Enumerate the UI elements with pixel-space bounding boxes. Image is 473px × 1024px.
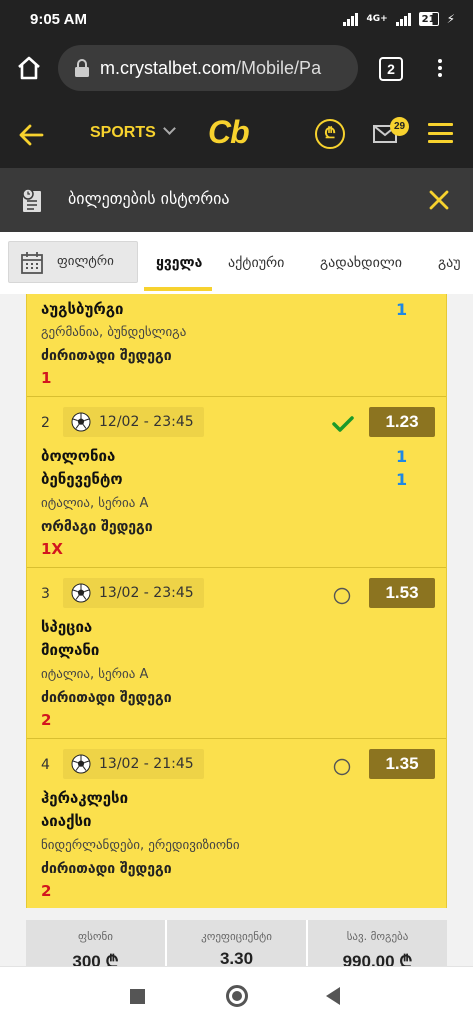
market-name: ძირითადი შედეგი bbox=[41, 348, 172, 364]
league-name: ნიდერლანდები, ერედივიზიონი bbox=[41, 838, 240, 853]
calendar-icon bbox=[21, 252, 43, 274]
pick: 2 bbox=[41, 882, 52, 900]
market-name: ძირითადი შედეგი bbox=[41, 690, 172, 706]
tab-paid[interactable]: გადახდილი bbox=[320, 255, 402, 271]
possible-win-cell: სავ. მოგება 990.00 ₾ bbox=[308, 920, 447, 966]
league-name: იტალია, სერია A bbox=[41, 496, 149, 511]
home-button-icon[interactable] bbox=[226, 985, 248, 1007]
app-header: SPORTS Cb ₾ 29 bbox=[0, 100, 473, 168]
status-bar: 9:05 AM 4G+ 21 ⚡ bbox=[0, 0, 473, 38]
url-path: /Mobile/Pa bbox=[236, 58, 322, 78]
score: 1 bbox=[396, 447, 408, 466]
ticket-area: აუგსბურგი 1 გერმანია, ბუნდესლიგა ძირითად… bbox=[0, 294, 473, 966]
event-row[interactable]: 2 12/02 - 23:45 1.23 ბოლონია 1 ბენევენტო… bbox=[27, 397, 446, 568]
back-arrow-icon[interactable] bbox=[18, 122, 44, 148]
event-row[interactable]: 3 13/02 - 23:45 1.53 სპეცია მილანი იტალი… bbox=[27, 568, 446, 739]
url-bar[interactable]: m.crystalbet.com/Mobile/Pa bbox=[58, 45, 358, 91]
recent-apps-icon[interactable] bbox=[130, 989, 145, 1004]
event-date: 12/02 - 23:45 bbox=[63, 407, 204, 437]
filter-button[interactable]: ფილტრი bbox=[8, 241, 138, 283]
chevron-down-icon bbox=[162, 122, 176, 135]
mail-badge: 29 bbox=[390, 117, 409, 136]
coin-icon[interactable]: ₾ bbox=[315, 119, 345, 149]
url-domain: m.crystalbet.com bbox=[100, 58, 237, 78]
pending-circle-icon bbox=[333, 587, 351, 605]
signal-icon-2 bbox=[395, 12, 411, 26]
score: 1 bbox=[396, 300, 408, 319]
browser-toolbar: m.crystalbet.com/Mobile/Pa 2 bbox=[0, 38, 473, 100]
soccer-ball-icon bbox=[71, 412, 91, 432]
ticket-card: აუგსბურგი 1 გერმანია, ბუნდესლიგა ძირითად… bbox=[26, 294, 447, 908]
market-name: ძირითადი შედეგი bbox=[41, 861, 172, 877]
pending-circle-icon bbox=[333, 758, 351, 776]
stake-cell: ფსონი 300 ₾ bbox=[26, 920, 167, 966]
event-row[interactable]: 4 13/02 - 21:45 1.35 ჰერაკლესი აიაქსი ნი… bbox=[27, 739, 446, 908]
soccer-ball-icon bbox=[71, 754, 91, 774]
soccer-ball-icon bbox=[71, 583, 91, 603]
possible-win-label: სავ. მოგება bbox=[346, 930, 409, 943]
odd-value: 1.23 bbox=[369, 407, 435, 437]
ticket-summary: ფსონი 300 ₾ კოეფიციენტი 3.30 სავ. მოგება… bbox=[26, 920, 447, 966]
sports-label: SPORTS bbox=[90, 124, 156, 141]
team-name: ბენევენტო bbox=[41, 470, 123, 488]
event-number: 3 bbox=[41, 586, 50, 602]
more-options-icon[interactable] bbox=[432, 56, 448, 82]
section-bar: ბილეთების ისტორია bbox=[0, 168, 473, 232]
ticket-history-icon bbox=[22, 188, 41, 212]
check-icon bbox=[332, 416, 354, 432]
hamburger-menu-icon[interactable] bbox=[428, 123, 453, 143]
event-number: 2 bbox=[41, 415, 50, 431]
tabs-button[interactable]: 2 bbox=[379, 57, 403, 81]
network-type: 4G+ bbox=[366, 14, 388, 24]
team-name: აუგსბურგი bbox=[41, 300, 124, 318]
event-datetime: 12/02 - 23:45 bbox=[99, 414, 194, 430]
close-icon[interactable] bbox=[428, 189, 450, 211]
market-name: ორმაგი შედეგი bbox=[41, 519, 153, 535]
event-date: 13/02 - 23:45 bbox=[63, 578, 204, 608]
tab-all[interactable]: ყველა bbox=[156, 255, 202, 271]
league-name: გერმანია, ბუნდესლიგა bbox=[41, 325, 187, 340]
battery-level: 21 bbox=[421, 13, 436, 25]
team-name: მილანი bbox=[41, 641, 100, 659]
coefficient-cell: კოეფიციენტი 3.30 bbox=[167, 920, 308, 966]
odd-value: 1.35 bbox=[369, 749, 435, 779]
score: 1 bbox=[396, 470, 408, 489]
team-name: ჰერაკლესი bbox=[41, 789, 129, 807]
tab-active[interactable]: აქტიური bbox=[228, 255, 284, 271]
tab-lost[interactable]: გაუ bbox=[438, 255, 461, 271]
back-triangle-icon[interactable] bbox=[326, 987, 340, 1005]
crystalbet-logo[interactable]: Cb bbox=[208, 114, 250, 151]
possible-win-value: 990.00 ₾ bbox=[342, 952, 413, 966]
event-row[interactable]: აუგსბურგი 1 გერმანია, ბუნდესლიგა ძირითად… bbox=[27, 294, 446, 397]
page-title: ბილეთების ისტორია bbox=[68, 189, 230, 208]
odd-value: 1.53 bbox=[369, 578, 435, 608]
pick: 1 bbox=[41, 369, 52, 387]
stake-value: 300 ₾ bbox=[72, 952, 119, 966]
event-datetime: 13/02 - 21:45 bbox=[99, 756, 194, 772]
team-name: აიაქსი bbox=[41, 812, 92, 830]
signal-icon bbox=[343, 12, 359, 26]
event-date: 13/02 - 21:45 bbox=[63, 749, 204, 779]
sports-dropdown[interactable]: SPORTS bbox=[90, 122, 176, 142]
league-name: იტალია, სერია A bbox=[41, 667, 149, 682]
filter-row: ფილტრი ყველა აქტიური გადახდილი გაუ bbox=[0, 232, 473, 294]
charging-icon: ⚡ bbox=[446, 12, 455, 26]
event-number: 4 bbox=[41, 757, 50, 773]
team-name: ბოლონია bbox=[41, 447, 116, 465]
system-nav-bar bbox=[0, 966, 473, 1024]
active-tab-indicator bbox=[144, 287, 212, 291]
status-time: 9:05 AM bbox=[30, 11, 87, 28]
pick: 1X bbox=[41, 540, 64, 558]
coefficient-label: კოეფიციენტი bbox=[201, 930, 272, 943]
lock-icon bbox=[75, 59, 89, 77]
status-icons: 4G+ 21 ⚡ bbox=[343, 12, 455, 26]
stake-label: ფსონი bbox=[78, 930, 113, 943]
team-name: სპეცია bbox=[41, 618, 93, 636]
event-datetime: 13/02 - 23:45 bbox=[99, 585, 194, 601]
battery-icon: 21 bbox=[418, 12, 439, 26]
filter-label: ფილტრი bbox=[57, 254, 114, 269]
coefficient-value: 3.30 bbox=[219, 949, 254, 966]
home-icon[interactable] bbox=[16, 55, 42, 81]
pick: 2 bbox=[41, 711, 52, 729]
